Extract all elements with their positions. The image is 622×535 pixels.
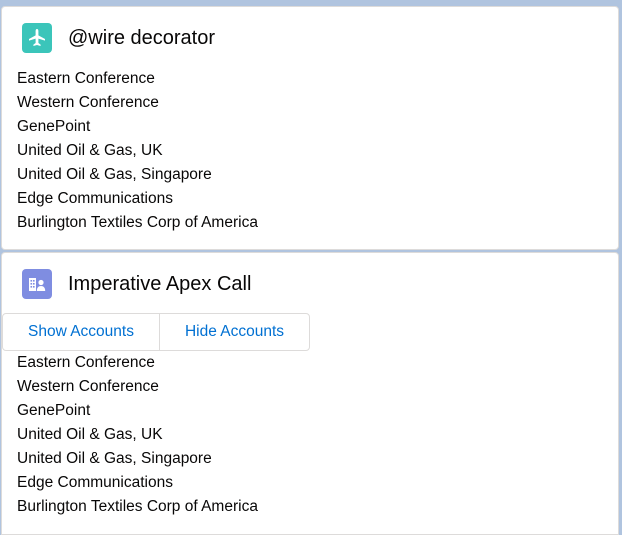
account-list: Eastern Conference Western Conference Ge… [17, 351, 258, 519]
list-item: Edge Communications [17, 190, 173, 207]
list-item: GenePoint [17, 118, 91, 135]
list-item: Burlington Textiles Corp of America [17, 214, 258, 231]
account-icon [22, 269, 52, 299]
list-item: United Oil & Gas, UK [17, 142, 163, 159]
button-group: Show Accounts Hide Accounts [2, 313, 310, 351]
list-item: Eastern Conference [17, 354, 155, 371]
card-title: @wire decorator [68, 27, 216, 49]
wire-decorator-card: @wire decorator Eastern Conference Weste… [1, 6, 619, 250]
show-accounts-button[interactable]: Show Accounts [2, 313, 160, 351]
list-item: Edge Communications [17, 474, 173, 491]
list-item: Burlington Textiles Corp of America [17, 498, 258, 515]
list-item: United Oil & Gas, Singapore [17, 166, 212, 183]
list-item: United Oil & Gas, UK [17, 426, 163, 443]
plane-icon [22, 23, 52, 53]
list-item: United Oil & Gas, Singapore [17, 450, 212, 467]
list-item: Eastern Conference [17, 70, 155, 87]
hide-accounts-button[interactable]: Hide Accounts [159, 313, 310, 351]
list-item: GenePoint [17, 402, 91, 419]
card-header: @wire decorator [22, 23, 215, 53]
card-title: Imperative Apex Call [68, 273, 252, 295]
account-list: Eastern Conference Western Conference Ge… [17, 67, 258, 235]
list-item: Western Conference [17, 94, 159, 111]
list-item: Western Conference [17, 378, 159, 395]
imperative-apex-card: Imperative Apex Call Show Accounts Hide … [1, 252, 619, 535]
card-header: Imperative Apex Call [22, 269, 251, 299]
